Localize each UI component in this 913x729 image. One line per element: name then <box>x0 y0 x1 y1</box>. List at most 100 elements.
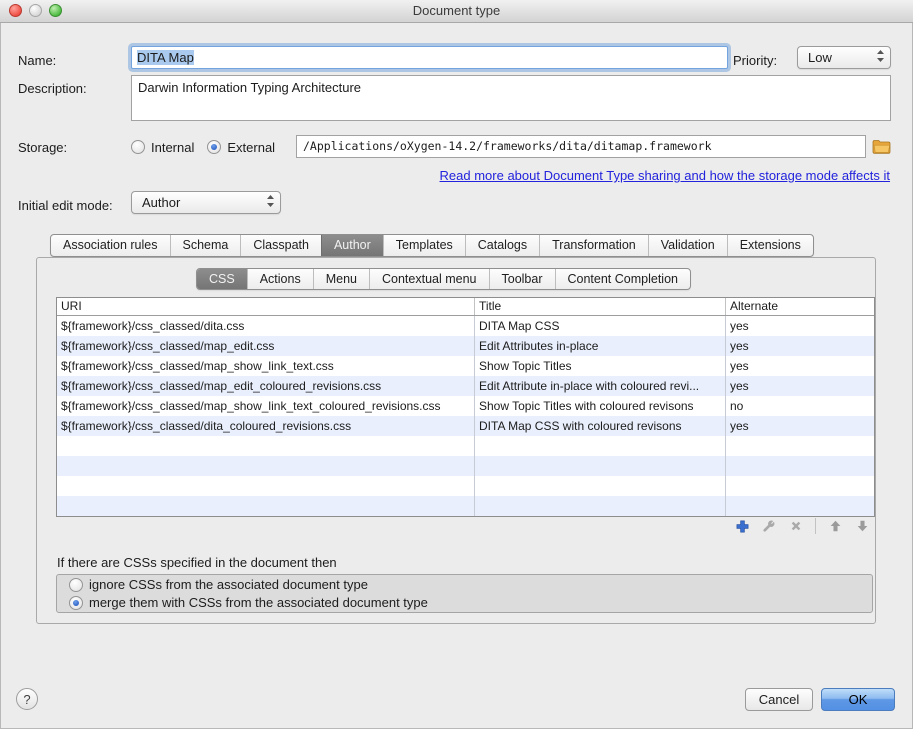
table-cell: DITA Map CSS <box>475 316 726 336</box>
edit-icon[interactable] <box>761 518 777 534</box>
title-bar: Document type <box>0 0 913 23</box>
storage-option-label: External <box>227 140 275 155</box>
name-label: Name: <box>18 53 56 68</box>
css-option-label: merge them with CSSs from the associated… <box>89 595 428 610</box>
table-cell <box>57 476 475 496</box>
table-cell: yes <box>726 376 874 396</box>
table-row-empty <box>57 456 874 476</box>
description-input[interactable]: Darwin Information Typing Architecture <box>131 75 891 121</box>
radio-icon[interactable] <box>131 140 145 154</box>
table-cell: ${framework}/css_classed/map_show_link_t… <box>57 356 475 376</box>
table-cell: ${framework}/css_classed/map_edit.css <box>57 336 475 356</box>
read-more-link[interactable]: Read more about Document Type sharing an… <box>440 168 890 183</box>
css-option-merge-them-with-csss-from-the-associated-document-type[interactable]: merge them with CSSs from the associated… <box>69 595 872 610</box>
table-cell <box>57 496 475 516</box>
table-cell: Edit Attribute in-place with coloured re… <box>475 376 726 396</box>
css-table-body: ${framework}/css_classed/dita.cssDITA Ma… <box>57 316 874 516</box>
tab-schema[interactable]: Schema <box>170 235 241 256</box>
table-row[interactable]: ${framework}/css_classed/map_show_link_t… <box>57 396 874 416</box>
table-cell <box>726 476 874 496</box>
table-cell: yes <box>726 356 874 376</box>
table-cell: no <box>726 396 874 416</box>
css-options-group: ignore CSSs from the associated document… <box>56 574 873 613</box>
css-option-label: ignore CSSs from the associated document… <box>89 577 368 592</box>
radio-icon[interactable] <box>69 596 83 610</box>
add-icon[interactable] <box>734 518 750 534</box>
toolbar-separator <box>815 518 816 534</box>
priority-select[interactable]: Low <box>797 46 891 69</box>
table-cell: ${framework}/css_classed/map_edit_colour… <box>57 376 475 396</box>
table-cell: yes <box>726 316 874 336</box>
tab-classpath[interactable]: Classpath <box>240 235 321 256</box>
stepper-arrows-icon <box>876 49 885 66</box>
table-cell: Show Topic Titles <box>475 356 726 376</box>
description-label: Description: <box>18 81 87 96</box>
ok-button[interactable]: OK <box>821 688 895 711</box>
subtab-toolbar[interactable]: Toolbar <box>489 269 555 289</box>
storage-path-input[interactable]: /Applications/oXygen-14.2/frameworks/dit… <box>296 135 866 158</box>
edit-mode-select[interactable]: Author <box>131 191 281 214</box>
author-sub-tab-bar: CSSActionsMenuContextual menuToolbarCont… <box>196 268 691 290</box>
table-cell <box>475 476 726 496</box>
tab-association-rules[interactable]: Association rules <box>51 235 170 256</box>
move-up-icon[interactable] <box>827 518 843 534</box>
css-option-ignore-csss-from-the-associated-document-type[interactable]: ignore CSSs from the associated document… <box>69 577 872 592</box>
table-row[interactable]: ${framework}/css_classed/map_edit_colour… <box>57 376 874 396</box>
document-type-dialog: { "window": { "title": "Document type" }… <box>0 0 913 729</box>
table-cell <box>475 456 726 476</box>
tab-extensions[interactable]: Extensions <box>727 235 813 256</box>
storage-option-internal[interactable]: Internal <box>131 140 194 155</box>
table-cell: yes <box>726 416 874 436</box>
subtab-css[interactable]: CSS <box>197 269 247 289</box>
table-cell <box>726 496 874 516</box>
zoom-window-button[interactable] <box>49 4 62 17</box>
table-row[interactable]: ${framework}/css_classed/dita.cssDITA Ma… <box>57 316 874 336</box>
table-cell: Edit Attributes in-place <box>475 336 726 356</box>
name-input-selected-text: DITA Map <box>137 50 194 65</box>
table-cell: ${framework}/css_classed/dita_coloured_r… <box>57 416 475 436</box>
table-cell: DITA Map CSS with coloured revisons <box>475 416 726 436</box>
table-row-empty <box>57 496 874 516</box>
tab-author[interactable]: Author <box>321 235 383 256</box>
table-cell <box>726 456 874 476</box>
storage-label: Storage: <box>18 140 67 155</box>
radio-icon[interactable] <box>69 578 83 592</box>
edit-mode-label: Initial edit mode: <box>18 198 113 213</box>
subtab-menu[interactable]: Menu <box>313 269 369 289</box>
delete-icon[interactable] <box>788 518 804 534</box>
window-title: Document type <box>413 3 500 18</box>
priority-value: Low <box>808 47 876 68</box>
move-down-icon[interactable] <box>854 518 870 534</box>
table-cell <box>726 436 874 456</box>
close-window-button[interactable] <box>9 4 22 17</box>
table-row[interactable]: ${framework}/css_classed/map_edit.cssEdi… <box>57 336 874 356</box>
storage-path-value: /Applications/oXygen-14.2/frameworks/dit… <box>303 139 712 153</box>
table-row[interactable]: ${framework}/css_classed/map_show_link_t… <box>57 356 874 376</box>
radio-icon[interactable] <box>207 140 221 154</box>
name-input[interactable]: DITA Map <box>131 46 728 69</box>
tab-validation[interactable]: Validation <box>648 235 727 256</box>
storage-option-external[interactable]: External <box>207 140 275 155</box>
column-header-alternate[interactable]: Alternate <box>726 298 874 315</box>
tab-catalogs[interactable]: Catalogs <box>465 235 539 256</box>
table-cell <box>57 456 475 476</box>
column-header-uri[interactable]: URI <box>57 298 475 315</box>
edit-mode-value: Author <box>142 192 266 213</box>
minimize-window-button[interactable] <box>29 4 42 17</box>
table-cell: ${framework}/css_classed/map_show_link_t… <box>57 396 475 416</box>
subtab-content-completion[interactable]: Content Completion <box>555 269 690 289</box>
subtab-contextual-menu[interactable]: Contextual menu <box>369 269 489 289</box>
table-row-empty <box>57 476 874 496</box>
description-value: Darwin Information Typing Architecture <box>138 80 361 95</box>
tab-templates[interactable]: Templates <box>383 235 465 256</box>
subtab-actions[interactable]: Actions <box>247 269 313 289</box>
table-row-empty <box>57 436 874 456</box>
browse-folder-icon[interactable] <box>872 139 891 154</box>
table-cell: yes <box>726 336 874 356</box>
tab-transformation[interactable]: Transformation <box>539 235 648 256</box>
column-header-title[interactable]: Title <box>475 298 726 315</box>
css-table-header: URITitleAlternate <box>57 298 874 316</box>
help-button[interactable]: ? <box>16 688 38 710</box>
cancel-button[interactable]: Cancel <box>745 688 813 711</box>
table-row[interactable]: ${framework}/css_classed/dita_coloured_r… <box>57 416 874 436</box>
